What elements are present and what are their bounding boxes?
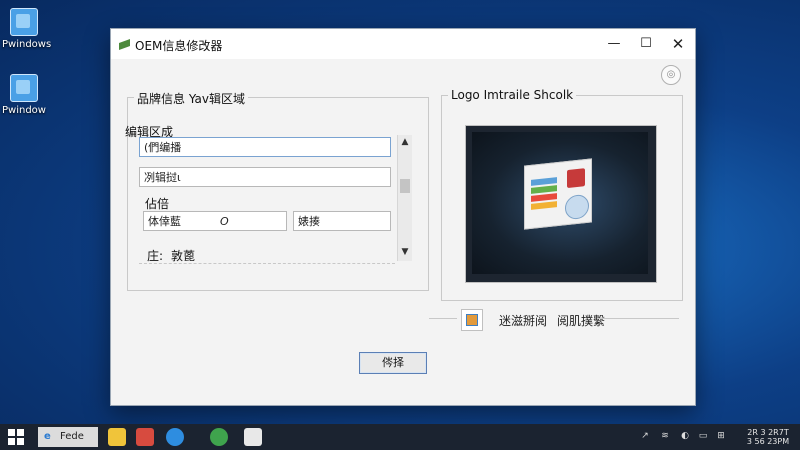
ok-button[interactable]: 侺择 (359, 352, 427, 374)
oem-field-4[interactable]: 婊揍 (293, 211, 391, 231)
media-app-icon[interactable] (136, 428, 154, 446)
choose-image-icon[interactable] (461, 309, 483, 331)
taskbar-search[interactable]: Fede (38, 427, 98, 447)
desktop-icon-pwindow[interactable]: Pwindow (2, 74, 46, 116)
window-title: OEM信息修改器 (135, 39, 223, 53)
divider (597, 318, 679, 319)
preview-background (472, 132, 648, 274)
tray-arrow-icon[interactable]: ↗ (640, 431, 650, 441)
file-explorer-icon[interactable] (108, 428, 126, 446)
desktop-icon-pwindows[interactable]: Pwindows (2, 8, 52, 50)
logo-preview (465, 125, 657, 283)
folder-icon (10, 8, 38, 36)
refresh-app-icon[interactable] (210, 428, 228, 446)
taskbar: Fede ↗ ≋ ◐ ▭ ⊞ 2R 3 2R7T 3 56 23PM (0, 424, 800, 450)
logo-badge-icon (567, 168, 585, 189)
sound-icon[interactable]: ◐ (680, 431, 690, 441)
oem-field-3-value: 体倖藍 (148, 215, 181, 228)
footer-label: 庄: (147, 249, 164, 263)
oem-editor-window: OEM信息修改器 — ☐ ✕ ◎ 品牌信息 Yav辑区域 编辑区成 (們编播 冽… (110, 28, 696, 406)
logo-disc-icon (565, 193, 589, 221)
clock[interactable]: 2R 3 2R7T 3 56 23PM (738, 428, 798, 446)
oem-field-2[interactable]: 冽辑挝ι (139, 167, 391, 187)
battery-icon[interactable]: ▭ (698, 431, 708, 441)
clock-line2: 3 56 23PM (746, 437, 790, 446)
divider (429, 318, 457, 319)
browser-icon[interactable] (166, 428, 184, 446)
maximize-button[interactable]: ☐ (630, 29, 662, 59)
oem-field-4-value: 婊揍 (298, 215, 320, 228)
settings-icon[interactable]: ◎ (661, 65, 681, 85)
oem-field-1[interactable]: (們编播 (139, 137, 391, 157)
oem-field-3-suffix: O (220, 215, 229, 228)
logo-preview-group-title: Logo Imtraile Shcolk (448, 88, 577, 102)
footer-divider (139, 263, 395, 264)
logo-hint: 阅肌撲繫 (557, 314, 606, 328)
scroll-down-icon[interactable]: ▼ (398, 245, 412, 259)
choose-logo-link[interactable]: 迷滋掰阅 (499, 312, 547, 329)
oem-logo-image (524, 158, 592, 230)
vertical-scrollbar[interactable]: ▲ ▼ (397, 135, 412, 261)
desktop-icon-label: Pwindows (2, 39, 52, 50)
scroll-up-icon[interactable]: ▲ (398, 135, 412, 149)
ime-icon[interactable]: ⊞ (716, 431, 726, 441)
brand-info-group-title: 品牌信息 Yav辑区域 (134, 90, 248, 107)
window-app-icon[interactable] (244, 428, 262, 446)
windows-start-icon[interactable] (8, 429, 24, 445)
network-icon[interactable]: ≋ (660, 431, 670, 441)
app-icon (119, 38, 131, 50)
desktop-icon-label: Pwindow (2, 105, 46, 116)
scroll-thumb[interactable] (400, 179, 410, 193)
clock-line1: 2R 3 2R7T (747, 428, 789, 437)
section-label: 佔倍 (145, 197, 170, 211)
close-button[interactable]: ✕ (662, 29, 694, 59)
footer-value: 敦蓖 (171, 249, 196, 263)
minimize-button[interactable]: — (598, 29, 630, 59)
window-icon (10, 74, 38, 102)
oem-field-3[interactable]: 体倖藍 O (143, 211, 287, 231)
oem-field-2-value: 冽辑挝ι (144, 171, 181, 184)
title-bar[interactable]: OEM信息修改器 — ☐ ✕ (111, 29, 695, 59)
oem-field-1-value: (們编播 (144, 141, 182, 154)
